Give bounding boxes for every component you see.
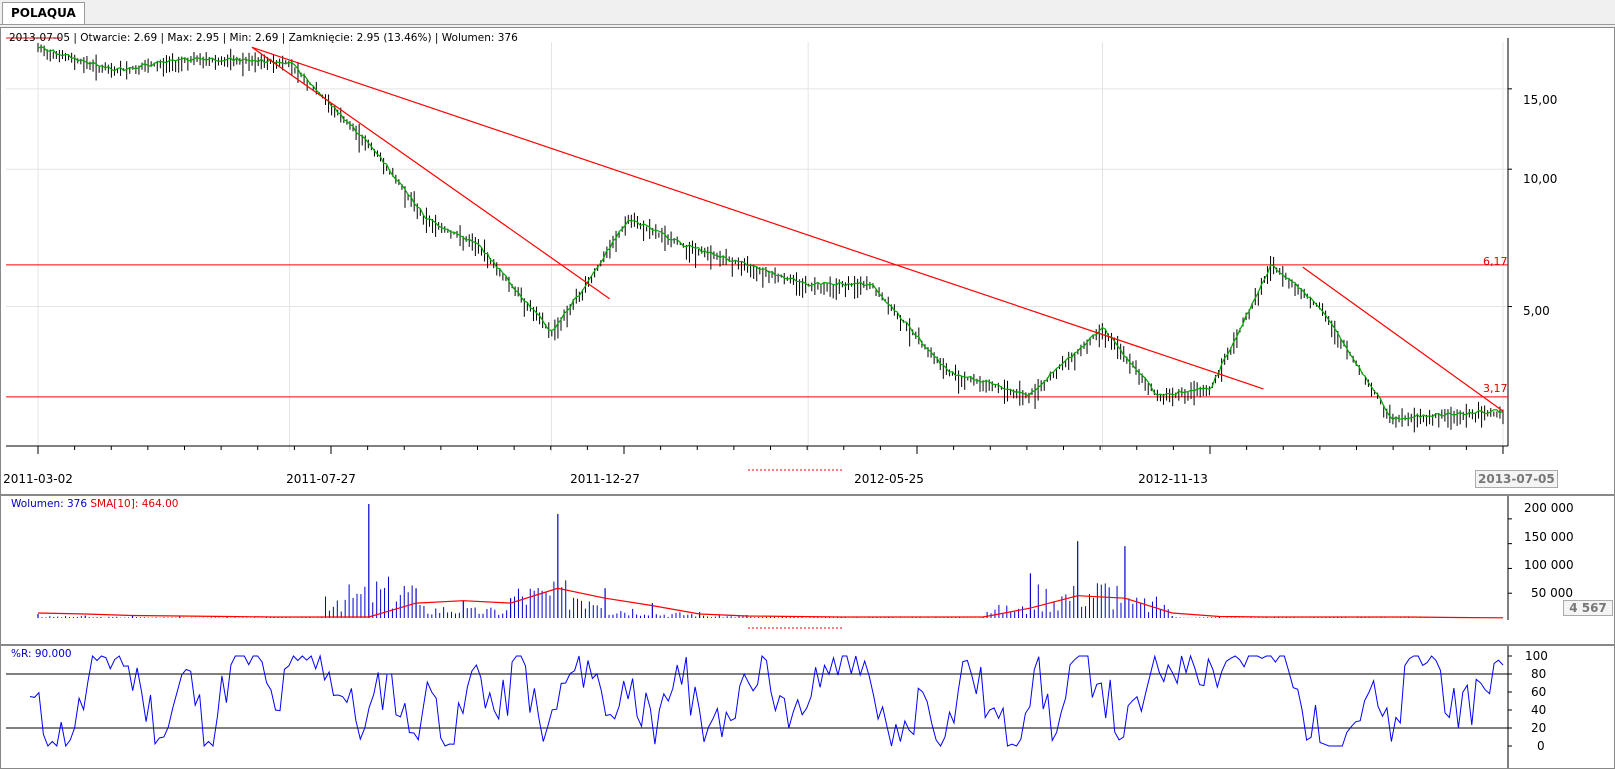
wr-tick-20: 20 (1531, 721, 1547, 735)
vol-tick-150k: 150 000 (1524, 530, 1574, 544)
y-tick-15: 15,00 (1523, 93, 1558, 107)
tab-polaqua[interactable]: POLAQUA (2, 2, 85, 24)
vol-tick-200k: 200 000 (1524, 501, 1574, 515)
ohlc-info-line: 2013-07-05 | Otwarcie: 2.69 | Max: 2.95 … (9, 32, 518, 44)
x-date-label: 2012-05-25 (854, 472, 924, 486)
tab-bar: POLAQUA (0, 0, 1615, 25)
price-chart-panel[interactable]: 2013-07-05 | Otwarcie: 2.69 | Max: 2.95 … (0, 27, 1615, 495)
y-tick-10: 10,00 (1523, 172, 1558, 186)
level-label-lower: 3,17 (1483, 382, 1508, 395)
trend-line (251, 46, 1264, 390)
volume-last-value-badge: 4 567 (1563, 600, 1613, 616)
moving-average-line (37, 46, 1504, 421)
x-date-label: 2011-03-02 (3, 472, 73, 486)
wr-tick-0: 0 (1537, 739, 1545, 753)
volume-chart-svg (37, 496, 1512, 629)
williams-r-svg (6, 646, 1512, 768)
wr-tick-100: 100 (1525, 649, 1548, 663)
vol-tick-100k: 100 000 (1524, 558, 1574, 572)
volume-label: Wolumen: 376 (11, 498, 88, 510)
wr-label: %R: 90.000 (11, 648, 72, 660)
x-date-label: 2012-11-13 (1138, 472, 1208, 486)
y-tick-5: 5,00 (1523, 304, 1550, 318)
sma-label: SMA[10]: 464.00 (90, 498, 179, 510)
wr-tick-60: 60 (1531, 685, 1547, 699)
trend-line (1302, 266, 1504, 412)
wr-tick-80: 80 (1531, 667, 1547, 681)
volume-chart-panel[interactable]: Wolumen: 376 SMA[10]: 464.00 200 000 150… (0, 495, 1615, 645)
williams-r-line (29, 654, 1504, 748)
volume-legend: Wolumen: 376 SMA[10]: 464.00 (11, 498, 178, 510)
level-label-upper: 6,17 (1483, 255, 1508, 268)
x-date-label: 2011-12-27 (570, 472, 640, 486)
williams-r-panel[interactable]: %R: 90.000 100 80 60 40 20 0 (0, 645, 1615, 769)
price-chart-svg (6, 37, 1512, 471)
trend-line (251, 46, 610, 300)
wr-tick-40: 40 (1531, 703, 1547, 717)
x-date-label: 2011-07-27 (286, 472, 356, 486)
vol-tick-50k: 50 000 (1531, 586, 1573, 600)
volume-sma-line (37, 587, 1504, 619)
last-date-badge: 2013-07-05 (1475, 470, 1558, 488)
